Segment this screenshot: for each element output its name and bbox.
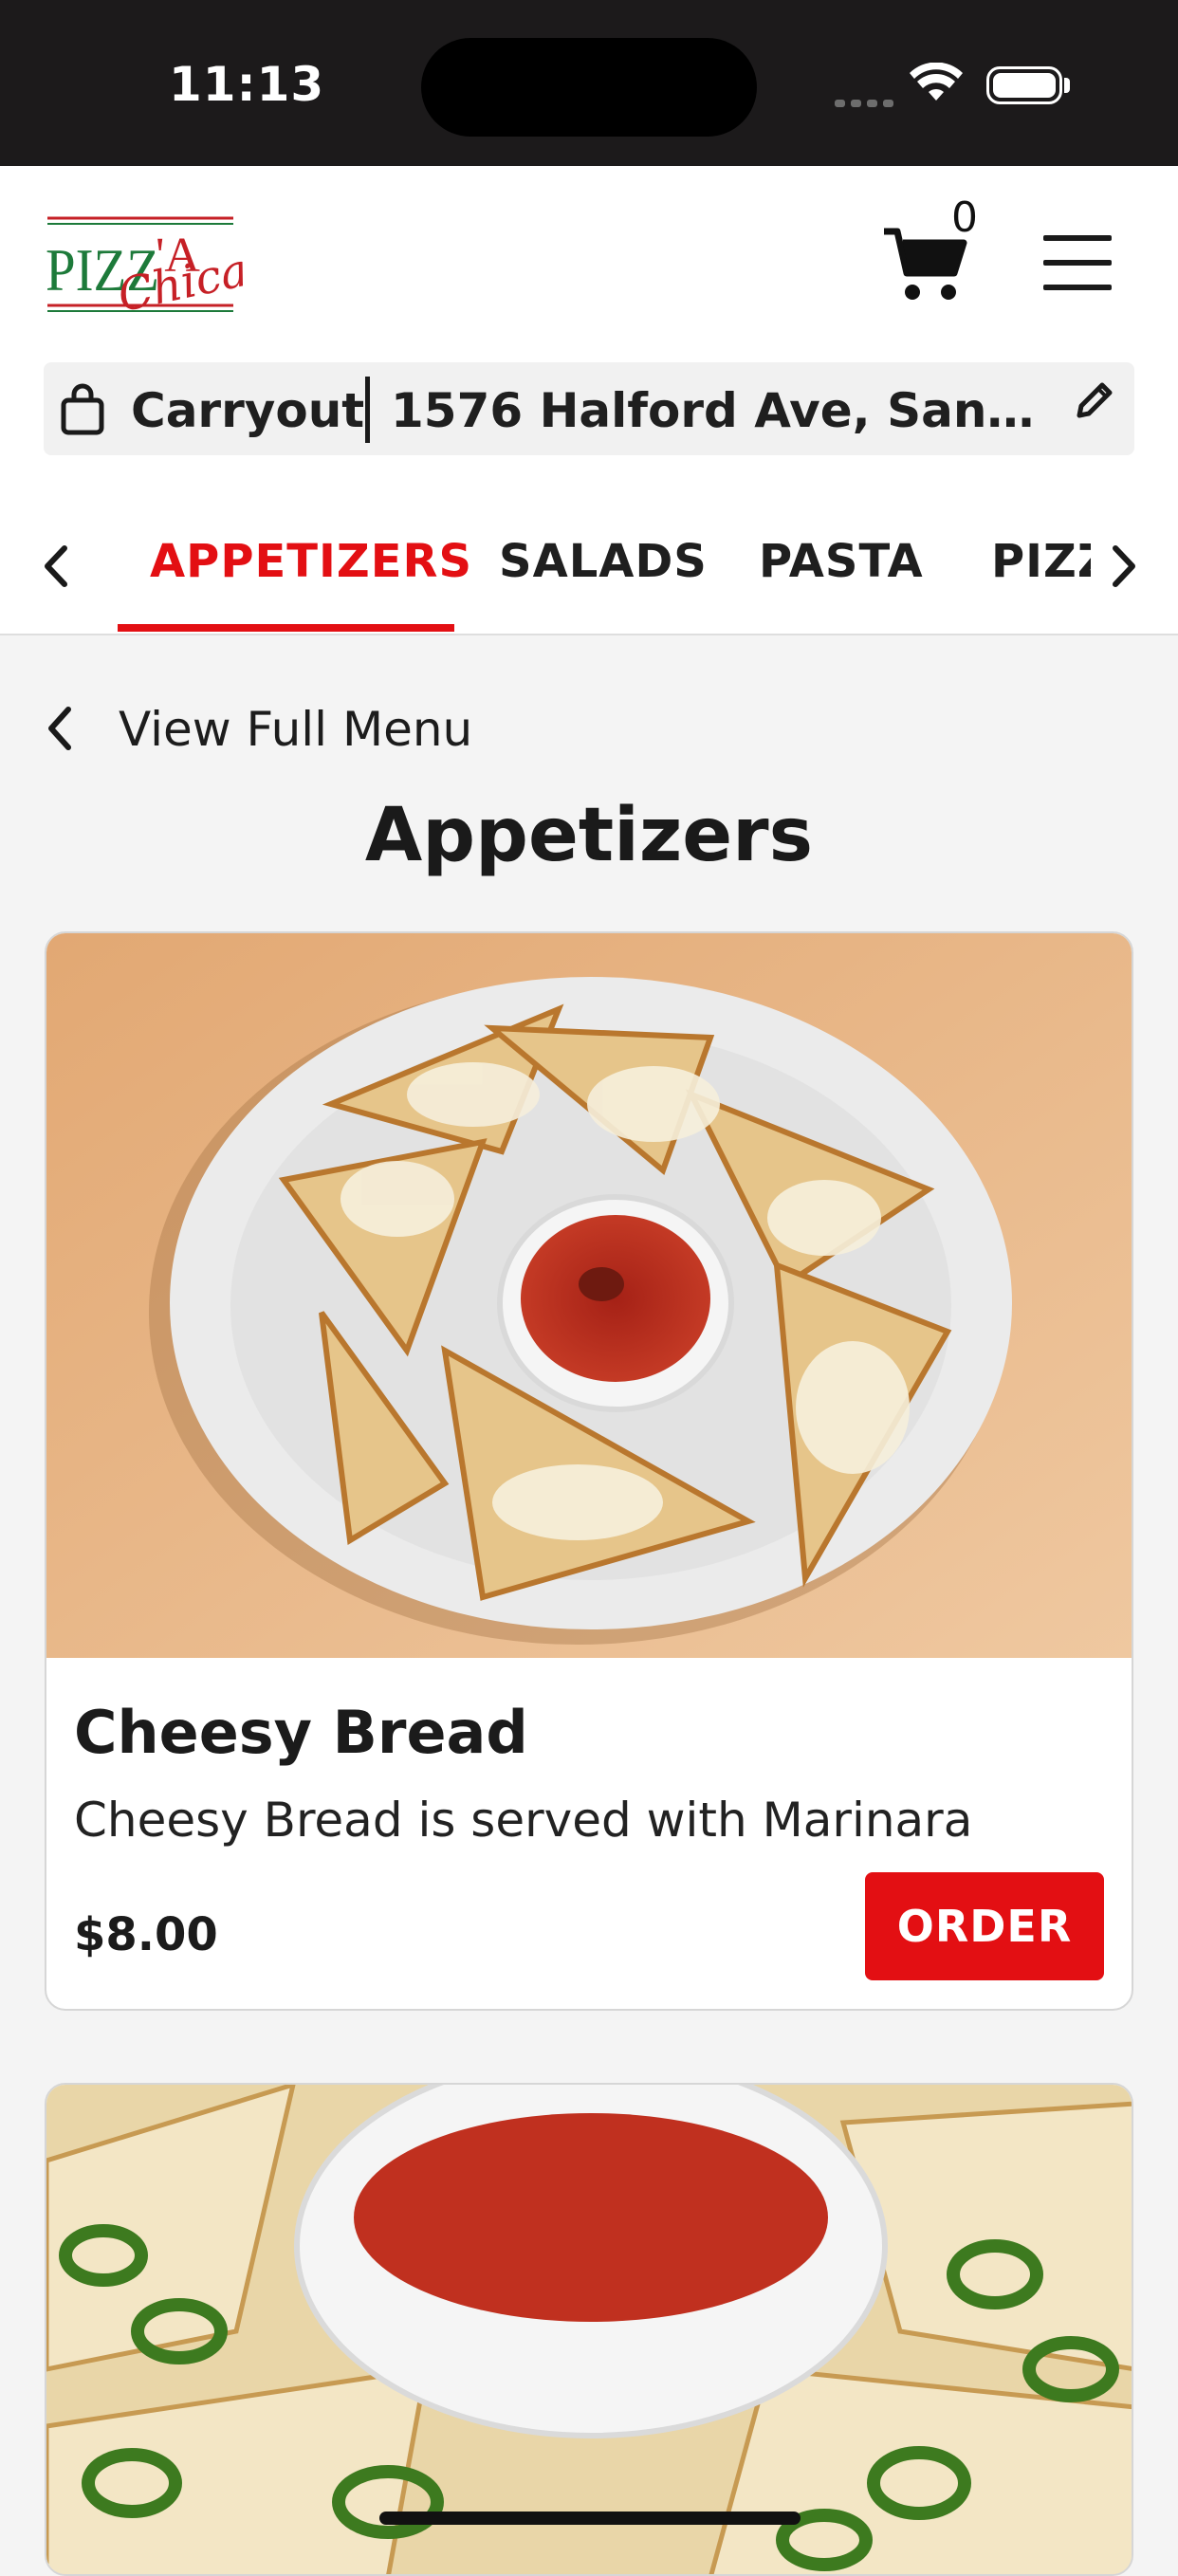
item-name: Cheesy Bread [74, 1698, 528, 1767]
tab-salads[interactable]: SALADS [499, 535, 708, 588]
view-full-menu-link[interactable]: View Full Menu [119, 702, 472, 757]
pizza-chicago-logo[interactable]: PIZZ 'A Chicago [44, 211, 243, 321]
tab-pasta[interactable]: PASTA [759, 535, 924, 588]
battery-icon [986, 66, 1062, 104]
wifi-icon [910, 63, 963, 101]
status-time: 11:13 [169, 57, 325, 112]
menu-item-card [45, 2083, 1133, 2576]
order-button[interactable]: ORDER [865, 1872, 1104, 1980]
chevron-right-icon[interactable] [1104, 543, 1142, 590]
hamburger-menu-icon[interactable] [1043, 233, 1115, 292]
address-label: 1576 Halford Ave, Santa Clara [391, 383, 1045, 438]
tab-pizza[interactable]: PIZZA [991, 535, 1091, 588]
item-description: Cheesy Bread is served with Marinara [74, 1793, 973, 1848]
cart-count-badge: 0 [951, 193, 978, 242]
home-indicator [379, 2512, 801, 2525]
tab-strip: APPETIZERS SALADS PASTA PIZZA [0, 512, 1091, 632]
cheesy-bread-photo [46, 933, 1132, 1658]
cellular-signal-icon [835, 93, 899, 111]
status-bar: 11:13 [0, 0, 1178, 166]
page-title: Appetizers [364, 793, 814, 878]
jalapeno-bread-photo [46, 2085, 1132, 2574]
shopping-bag-icon [61, 383, 104, 435]
menu-item-card [45, 931, 1133, 2011]
tab-appetizers[interactable]: APPETIZERS [150, 535, 472, 588]
back-chevron-icon[interactable] [44, 700, 82, 757]
pencil-icon[interactable] [1072, 377, 1117, 423]
dynamic-island [421, 38, 757, 137]
order-mode-label: Carryout [131, 383, 365, 438]
battery-tip [1064, 78, 1070, 93]
item-price: $8.00 [74, 1908, 218, 1961]
active-tab-indicator [118, 624, 454, 632]
divider [365, 377, 370, 443]
